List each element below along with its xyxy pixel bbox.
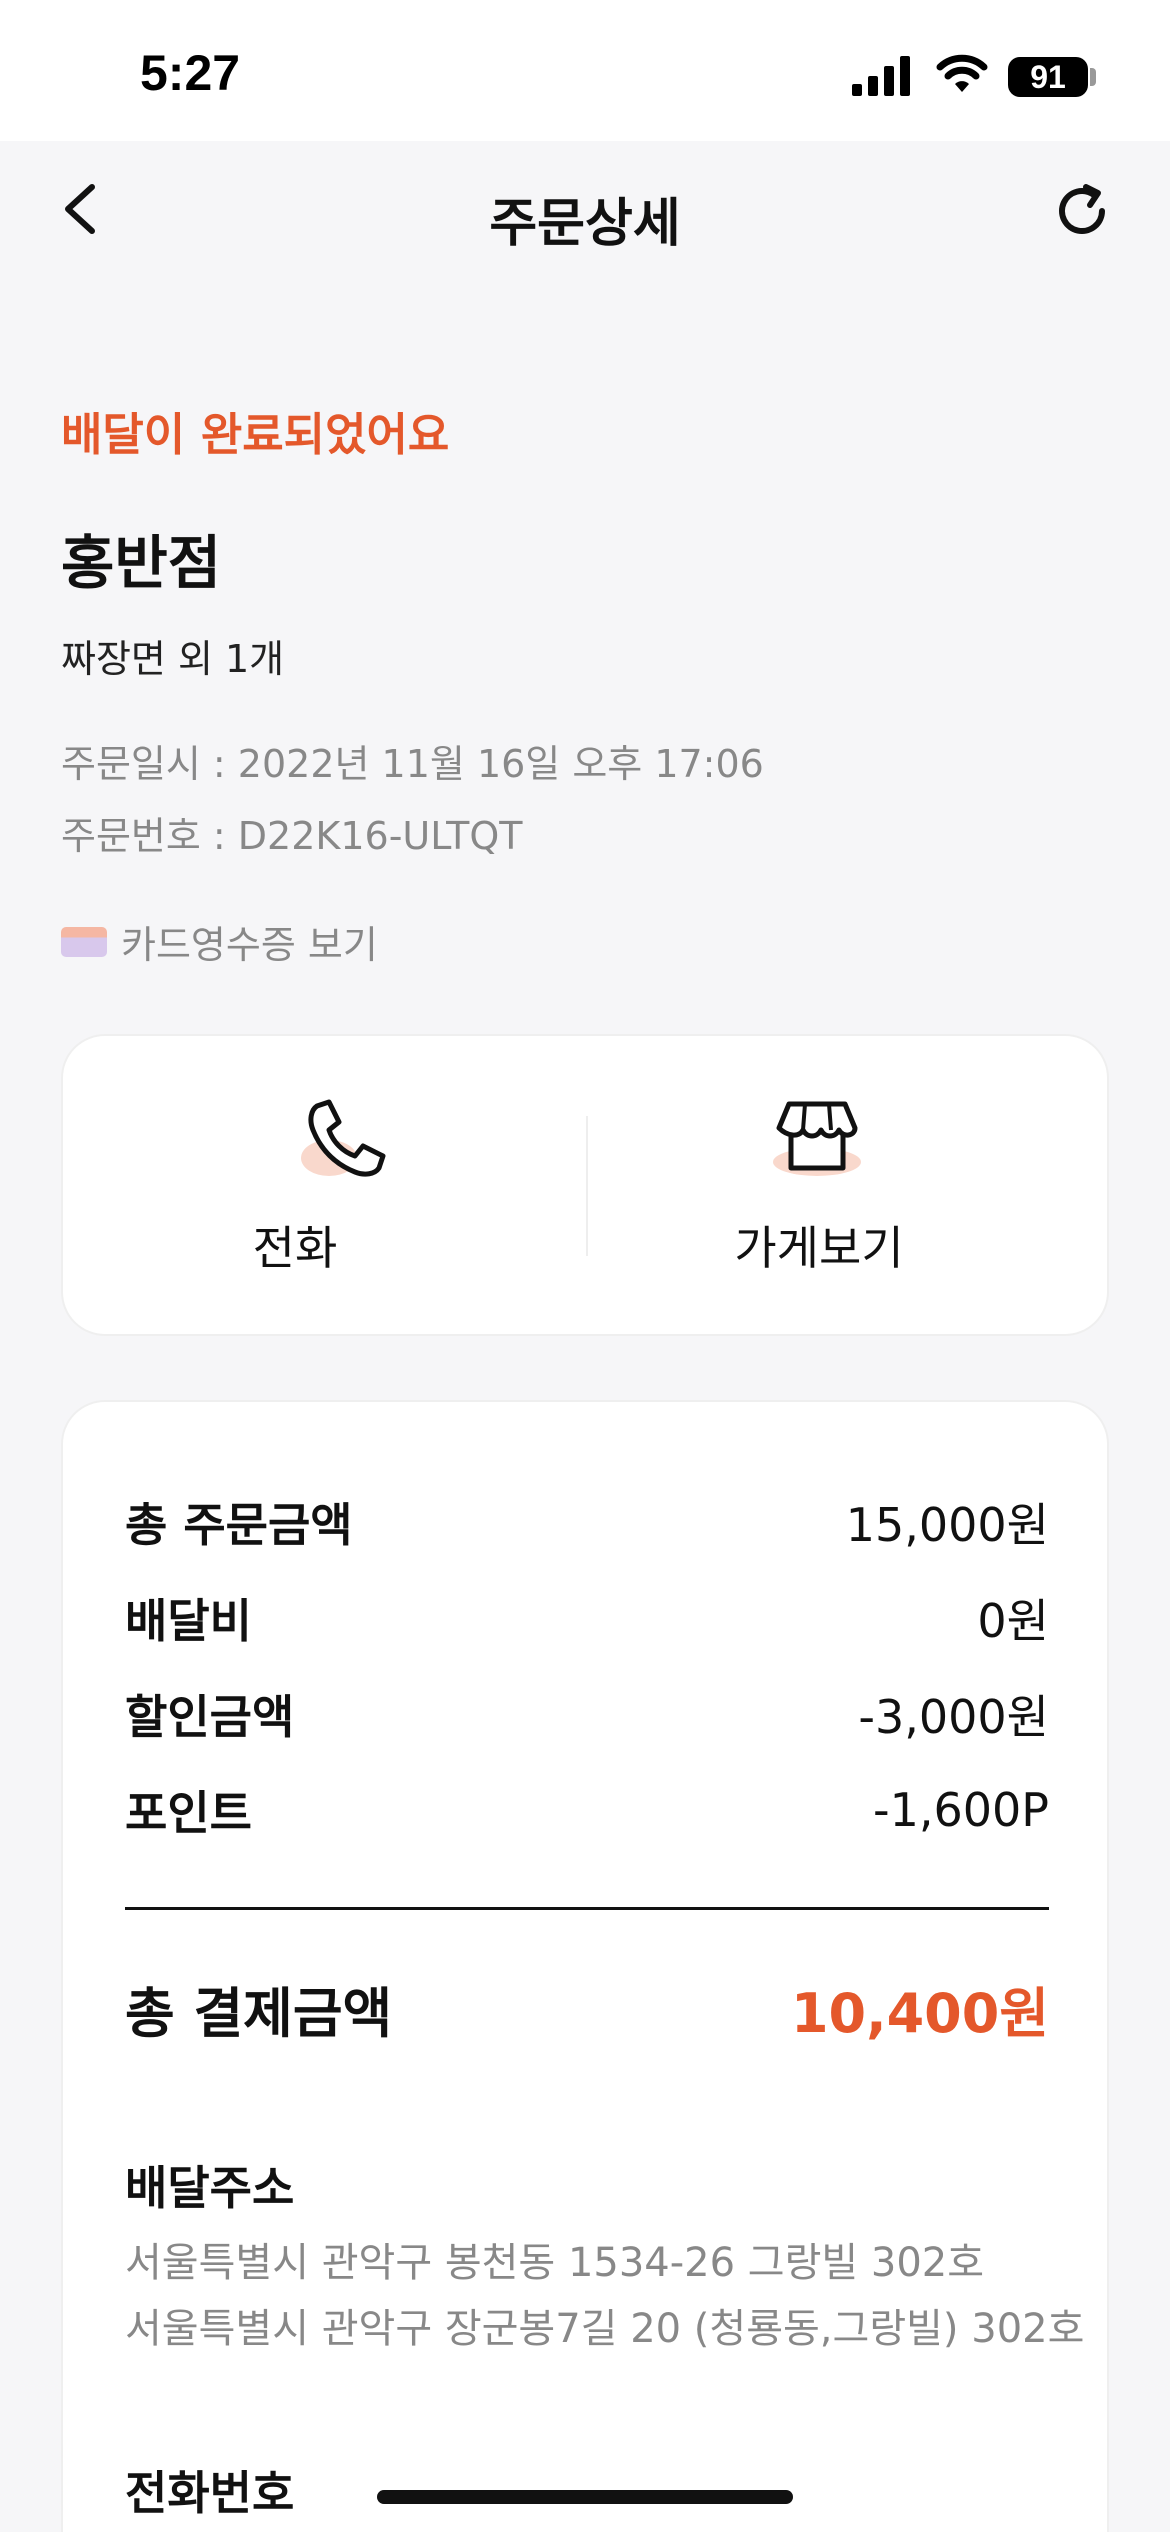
call-button[interactable]: 전화: [63, 1036, 587, 1338]
status-time: 5:27: [140, 45, 241, 101]
store-name: 홍반점: [61, 529, 222, 597]
wifi-icon: [936, 54, 988, 92]
view-store-button[interactable]: 가게보기: [587, 1036, 1111, 1338]
status-bar: 5:27 91: [0, 0, 1170, 141]
address-line: 서울특별시 관악구 장군봉7길 20 (청룡동,그랑빌) 302호: [125, 2306, 1085, 2352]
payment-card: 총 주문금액 15,000원 배달비 0원 할인금액 -3,000원 포인트 -…: [61, 1400, 1109, 2532]
payment-total-value: 10,400원: [790, 1981, 1049, 2045]
delivery-status: 배달이 완료되었어요: [61, 408, 450, 461]
battery-icon: 91: [1008, 57, 1088, 97]
payment-row-value: -1,600P: [872, 1783, 1049, 1837]
payment-row-value: -3,000원: [858, 1690, 1049, 1744]
payment-row-delivery-fee: 배달비 0원: [125, 1588, 1049, 1648]
nav-bar: 주문상세: [0, 141, 1170, 281]
payment-row-discount: 할인금액 -3,000원: [125, 1684, 1049, 1744]
home-indicator: [377, 2490, 793, 2504]
call-label: 전화: [252, 1221, 338, 1275]
payment-row-label: 총 주문금액: [125, 1498, 353, 1552]
cellular-signal-icon: [852, 56, 910, 96]
payment-row-label: 포인트: [125, 1786, 252, 1840]
payment-row-label: 배달비: [125, 1594, 252, 1648]
payment-row-value: 15,000원: [845, 1498, 1049, 1552]
payment-row-points: 포인트 -1,600P: [125, 1780, 1049, 1840]
payment-row-total-order: 총 주문금액 15,000원: [125, 1492, 1049, 1552]
order-number: 주문번호 : D22K16-ULTQT: [61, 814, 523, 858]
phone-title: 전화번호: [125, 2466, 295, 2520]
credit-card-icon: [61, 926, 107, 957]
storefront-icon: [773, 1101, 861, 1176]
card-receipt-link[interactable]: 카드영수증 보기: [61, 914, 378, 969]
action-card: 전화 가게보기: [61, 1034, 1109, 1336]
view-store-label: 가게보기: [734, 1221, 904, 1275]
menu-summary: 짜장면 외 1개: [61, 637, 285, 681]
order-date: 주문일시 : 2022년 11월 16일 오후 17:06: [61, 742, 764, 786]
payment-row-label: 할인금액: [125, 1690, 295, 1744]
payment-divider: [125, 1907, 1049, 1910]
phone-icon: [301, 1099, 386, 1177]
payment-total-label: 총 결제금액: [125, 1981, 393, 2045]
address-title: 배달주소: [125, 2161, 295, 2215]
address-line: 서울특별시 관악구 봉천동 1534-26 그랑빌 302호: [125, 2240, 985, 2286]
payment-row-value: 0원: [977, 1594, 1049, 1648]
refresh-icon[interactable]: [1050, 179, 1114, 243]
page-title: 주문상세: [489, 194, 681, 254]
battery-tip: [1090, 68, 1096, 86]
payment-total: 총 결제금액 10,400원: [125, 1968, 1049, 2048]
card-receipt-label: 카드영수증 보기: [121, 923, 378, 967]
